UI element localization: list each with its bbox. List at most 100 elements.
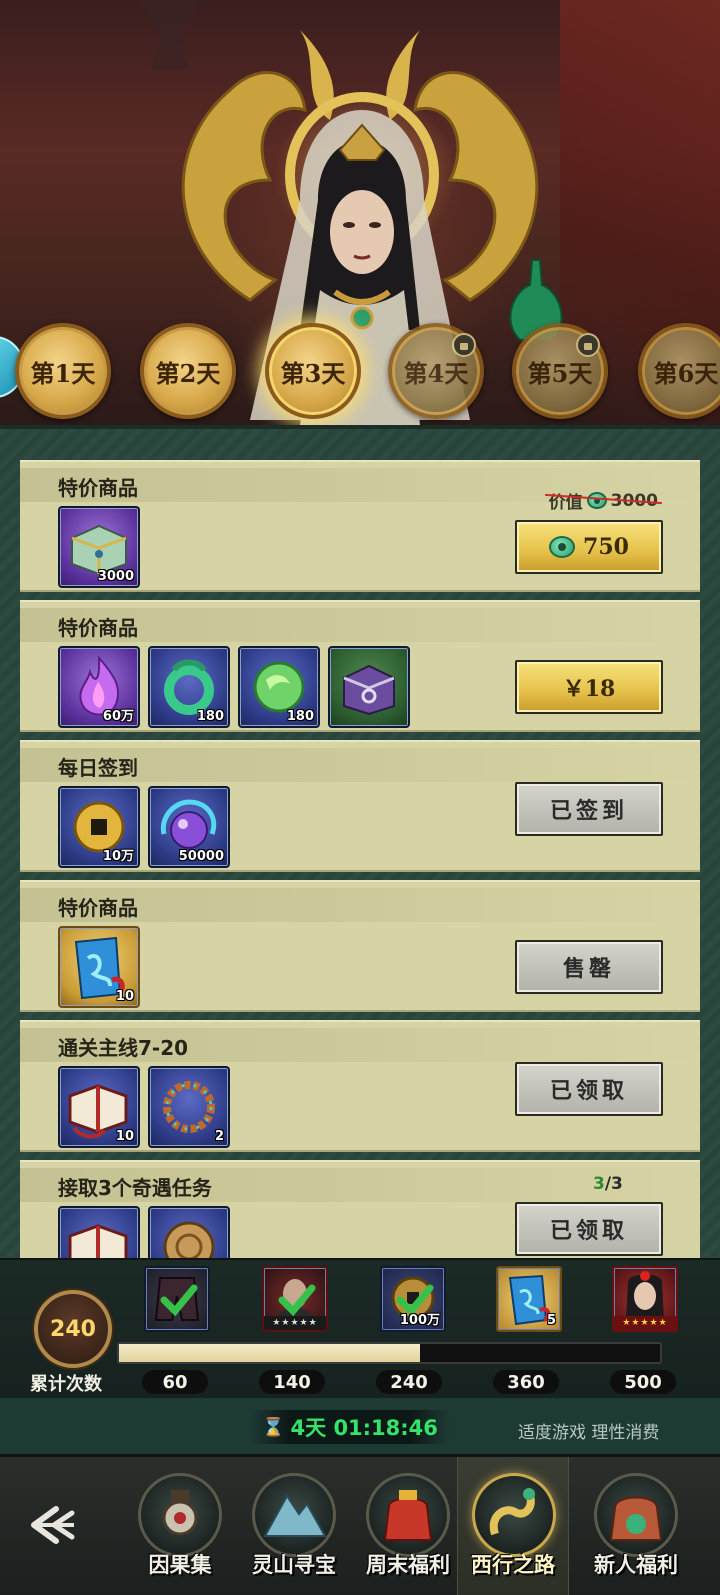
item-quantity: 10万 — [102, 849, 134, 864]
reward-item[interactable]: 3000 — [58, 506, 140, 588]
task-title: 每日签到 — [58, 756, 138, 780]
item-quantity: 180 — [196, 709, 224, 724]
milestone-reward-5[interactable]: ★★★★★ — [612, 1266, 678, 1332]
signed-in-button[interactable]: 已签到 — [515, 782, 663, 836]
milestone-progress-fill — [119, 1344, 420, 1362]
reward-item[interactable]: 2 — [148, 1066, 230, 1148]
gift-bag-icon — [366, 1473, 450, 1557]
reward-item[interactable]: 10 — [58, 1066, 140, 1148]
claimed-button-label: 已领取 — [549, 1078, 628, 1104]
reward-items: 10 — [58, 926, 140, 1008]
claimed-button-label: 已领取 — [549, 1218, 628, 1244]
milestone-threshold: 60 — [142, 1370, 208, 1394]
sold-out-button-label: 售罄 — [562, 956, 615, 982]
nav-tab-newbie-benefits[interactable]: 新人福利 — [580, 1457, 692, 1595]
item-quantity: 5 — [546, 1313, 556, 1328]
milestone-progress-bar — [117, 1342, 662, 1364]
item-quantity: 180 — [286, 709, 314, 724]
reward-item[interactable]: 180 — [238, 646, 320, 728]
task-card: 特价商品 10 售罄 — [20, 880, 700, 1012]
task-card: 特价商品 价值 3000 3000 750 — [20, 460, 700, 592]
jade-coin-icon — [549, 536, 576, 558]
reward-item[interactable]: 10万 — [58, 786, 140, 868]
cumulative-count-value: 240 — [50, 1316, 96, 1342]
star-rating: ★★★★★ — [264, 1316, 326, 1330]
task-card: 每日签到 10万 50000 已签到 — [20, 740, 700, 872]
buy-button-label: ￥18 — [562, 676, 616, 702]
milestone-threshold: 360 — [493, 1370, 559, 1394]
reward-items: 10 2 — [58, 1066, 230, 1148]
task-list[interactable]: 特价商品 价值 3000 3000 750 特价商品 — [0, 425, 720, 1280]
claimed-button[interactable]: 已领取 — [515, 1062, 663, 1116]
progress-done: 3 — [593, 1174, 605, 1194]
item-quantity: 50000 — [178, 849, 224, 864]
event-banner: 第1天 第2天 第3天 第4天 第5天 第6天 — [0, 0, 720, 425]
item-quantity: 60万 — [102, 709, 134, 724]
day-tab-4[interactable]: 第4天 — [388, 323, 484, 419]
day-tab-label: 第4天 — [403, 358, 469, 388]
nav-tab-karma[interactable]: 因果集 — [124, 1457, 236, 1595]
reward-item[interactable]: 60万 — [58, 646, 140, 728]
original-price-label: 价值 — [548, 493, 583, 513]
mountain-icon — [252, 1473, 336, 1557]
reward-item[interactable] — [328, 646, 410, 728]
dragon-icon — [472, 1473, 556, 1557]
nav-tab-label: 周末福利 — [366, 1553, 450, 1577]
lock-icon — [576, 333, 600, 357]
item-quantity: 10 — [115, 989, 134, 1004]
milestone-reward-4[interactable]: 5 — [496, 1266, 562, 1332]
task-card: 特价商品 60万 180 180 ￥18 — [20, 600, 700, 732]
cumulative-count-label: 累计次数 — [30, 1374, 102, 1395]
claimed-check-icon — [160, 1284, 198, 1317]
purple-chest-icon — [343, 664, 395, 716]
bottom-nav: 因果集 灵山寻宝 周末福利 西行之路 新人福利 — [0, 1454, 720, 1595]
buy-button[interactable]: ￥18 — [515, 660, 663, 714]
milestone-reward-2[interactable]: ★★★★★ — [262, 1266, 328, 1332]
claimed-button[interactable]: 已领取 — [515, 1202, 663, 1256]
task-card: 通关主线7-20 10 2 已领取 — [20, 1020, 700, 1152]
nav-tab-mountain-treasure[interactable]: 灵山寻宝 — [238, 1457, 350, 1595]
nav-tab-journey-west[interactable]: 西行之路 — [457, 1457, 569, 1595]
day-tab-2[interactable]: 第2天 — [140, 323, 236, 419]
reward-item[interactable]: 180 — [148, 646, 230, 728]
sold-out-button[interactable]: 售罄 — [515, 940, 663, 994]
signed-in-button-label: 已签到 — [549, 798, 628, 824]
item-quantity: 10 — [115, 1129, 134, 1144]
nav-tab-label: 西行之路 — [471, 1553, 555, 1577]
reward-item[interactable]: 10 — [58, 926, 140, 1008]
progress-total: /3 — [604, 1174, 623, 1194]
reward-item[interactable]: 50000 — [148, 786, 230, 868]
day-tab-3[interactable]: 第3天 — [265, 323, 361, 419]
karma-icon — [138, 1473, 222, 1557]
nav-tab-weekend-benefits[interactable]: 周末福利 — [352, 1457, 464, 1595]
day-tab-5[interactable]: 第5天 — [512, 323, 608, 419]
task-title: 通关主线7-20 — [58, 1036, 189, 1060]
task-title: 接取3个奇遇任务 — [58, 1176, 212, 1200]
day-tab-label: 第3天 — [280, 358, 346, 388]
back-arrow-icon[interactable] — [24, 1495, 84, 1555]
item-quantity: 3000 — [97, 569, 134, 584]
countdown-text: 4天 01:18:46 — [290, 1416, 438, 1440]
event-timer: ⌛ 4天 01:18:46 — [250, 1410, 450, 1444]
lock-icon — [452, 333, 476, 357]
claimed-check-icon — [278, 1284, 316, 1317]
milestone-reward-1[interactable] — [144, 1266, 210, 1332]
day-tab-label: 第1天 — [30, 358, 96, 388]
hourglass-icon: ⌛ — [262, 1416, 285, 1438]
newbie-bag-icon — [594, 1473, 678, 1557]
buy-button[interactable]: 750 — [515, 520, 663, 574]
milestone-reward-3[interactable]: 100万 — [380, 1266, 446, 1332]
star-rating: ★★★★★ — [614, 1316, 676, 1330]
day-tab-1[interactable]: 第1天 — [15, 323, 111, 419]
buy-button-label: 750 — [583, 534, 629, 560]
jade-coin-icon — [586, 492, 607, 509]
reward-items: 3000 — [58, 506, 140, 588]
task-title: 特价商品 — [58, 896, 138, 920]
task-title: 特价商品 — [58, 616, 138, 640]
reward-items: 60万 180 180 — [58, 646, 410, 728]
milestone-threshold: 500 — [610, 1370, 676, 1394]
milestone-threshold: 240 — [376, 1370, 442, 1394]
nav-tab-label: 灵山寻宝 — [252, 1553, 336, 1577]
task-progress: 3/3 — [593, 1174, 623, 1194]
nav-tab-label: 新人福利 — [594, 1553, 678, 1577]
